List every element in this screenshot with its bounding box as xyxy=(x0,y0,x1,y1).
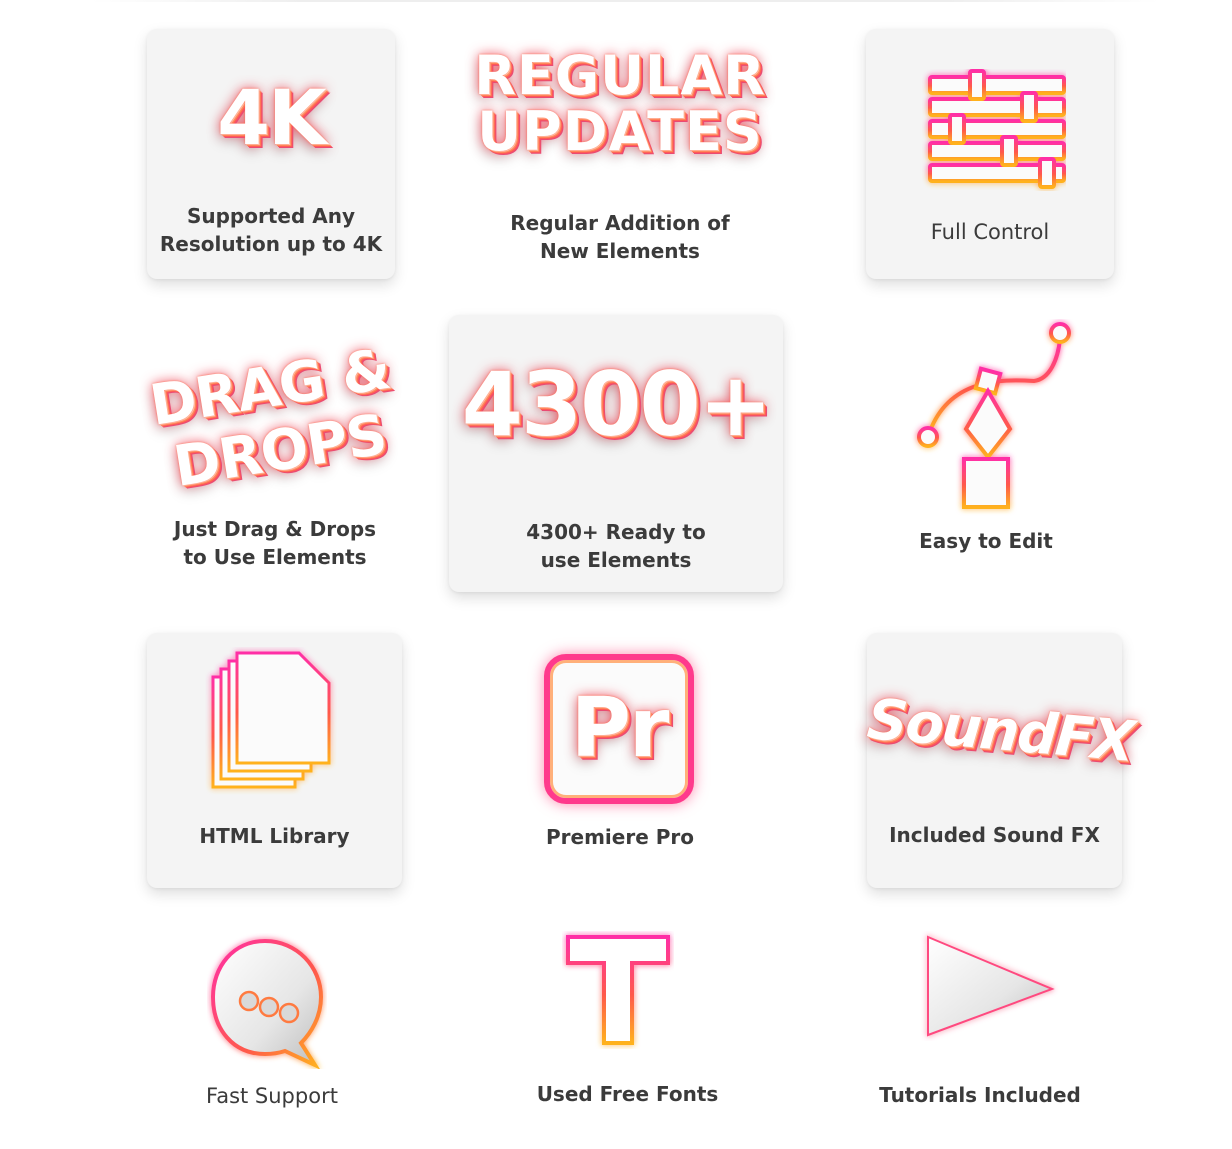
play-icon xyxy=(927,935,1055,1037)
feature-drag-drops: DRAG & DROPS Just Drag & Drops to Use El… xyxy=(140,330,410,580)
premiere-pro-letters: Pr xyxy=(570,681,670,776)
feature-easy-edit: Easy to Edit xyxy=(866,315,1114,575)
feature-label: 4300+ Ready to use Elements xyxy=(526,520,706,572)
feature-label: Supported Any Resolution up to 4K xyxy=(159,204,383,256)
feature-full-control: Full Control xyxy=(866,29,1114,279)
feature-4300-elements: 4300+ 4300+ Ready to use Elements xyxy=(449,315,783,592)
feature-html-library: HTML Library xyxy=(147,633,402,888)
pen-tool-icon xyxy=(917,322,1071,509)
feature-label: Included Sound FX xyxy=(889,823,1100,847)
sliders-icon xyxy=(928,69,1066,189)
feature-regular-updates: REGULAR UPDATES Regular Addition of New … xyxy=(440,40,800,280)
chat-bubble-icon xyxy=(210,938,324,1069)
feature-premiere-pro: Pr Premiere Pro xyxy=(490,640,750,870)
regular-updates-graphic: REGULAR UPDATES xyxy=(474,44,766,163)
feature-fast-support: Fast Support xyxy=(147,925,397,1125)
feature-free-fonts: Used Free Fonts xyxy=(500,925,755,1125)
feature-label: Fast Support xyxy=(206,1084,338,1108)
feature-tutorials: Tutorials Included xyxy=(860,925,1100,1125)
feature-label: Used Free Fonts xyxy=(536,1082,719,1106)
top-divider xyxy=(90,0,1160,2)
4k-graphic: 4K xyxy=(217,73,327,162)
feature-label: Easy to Edit xyxy=(919,529,1053,553)
drag-drops-graphic: DRAG & DROPS xyxy=(145,336,395,500)
feature-sound-fx: SoundFX Included Sound FX xyxy=(864,633,1136,888)
feature-label: HTML Library xyxy=(199,824,350,848)
feature-4k: 4K Supported Any Resolution up to 4K xyxy=(147,29,395,279)
feature-label: Regular Addition of New Elements xyxy=(510,211,730,263)
feature-label: Just Drag & Drops to Use Elements xyxy=(173,517,377,569)
text-icon xyxy=(566,935,670,1045)
4300-graphic: 4300+ xyxy=(461,353,773,456)
premiere-pro-icon: Pr xyxy=(544,654,694,804)
feature-label: Full Control xyxy=(930,220,1050,244)
sound-fx-graphic: SoundFX xyxy=(864,687,1136,775)
feature-label: Tutorials Included xyxy=(879,1083,1081,1107)
documents-icon xyxy=(211,651,331,789)
feature-label: Premiere Pro xyxy=(546,825,694,849)
